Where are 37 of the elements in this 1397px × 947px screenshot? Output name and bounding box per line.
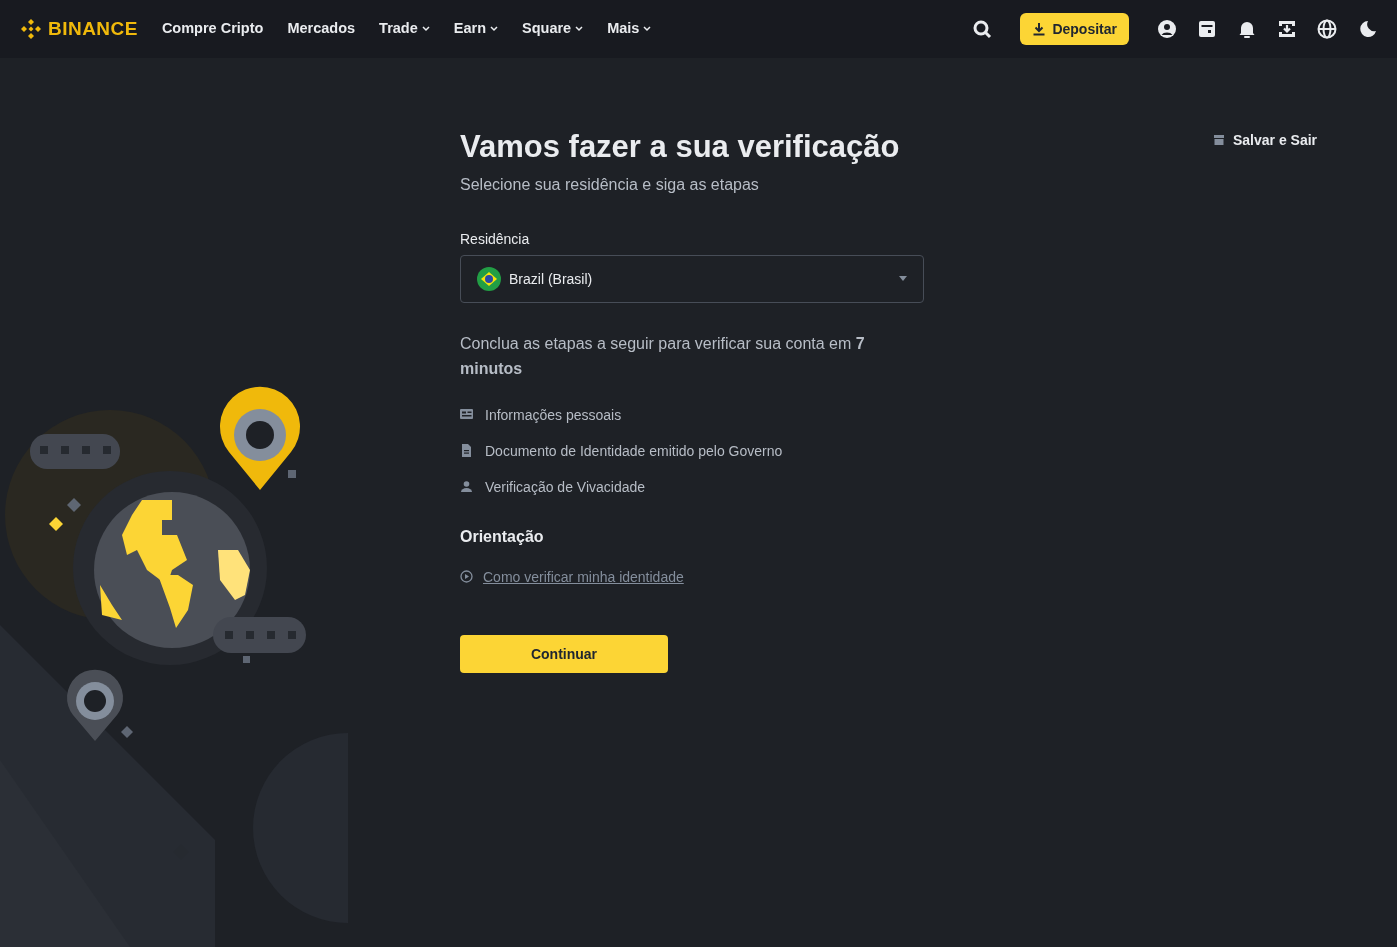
play-icon	[460, 570, 473, 584]
download-icon	[1032, 22, 1047, 36]
logo-text[interactable]: BINANCE	[48, 14, 138, 44]
nav-link[interactable]: Mais	[607, 18, 652, 40]
deposit-button[interactable]: Depositar	[1020, 13, 1129, 45]
nav-link[interactable]: Compre Cripto	[161, 18, 264, 40]
residence-dropdown[interactable]: Brazil (Brasil)	[460, 254, 924, 303]
nav-link[interactable]: Mercados	[287, 18, 356, 40]
step-label: Informações pessoais	[485, 405, 622, 425]
flag-icon	[477, 266, 501, 291]
intro-text: Conclua as etapas a seguir para verificar sua conta em 7 minutos	[460, 333, 866, 379]
bell-icon[interactable]	[1237, 19, 1257, 39]
nav-link[interactable]: Square	[522, 18, 584, 40]
id-card-icon	[460, 408, 473, 422]
residence-value: Brazil (Brasil)	[509, 269, 593, 289]
continue-button[interactable]: Continuar	[460, 634, 668, 673]
user-icon[interactable]	[1157, 19, 1177, 39]
save-exit-link[interactable]: Salvar e Sair	[1233, 130, 1318, 150]
step-label: Documento de Identidade emitido pelo Governo	[485, 441, 783, 461]
globe-icon[interactable]	[1317, 19, 1337, 39]
document-icon	[460, 444, 473, 458]
step-label: Verificação de Vivacidade	[485, 477, 646, 497]
page-subtitle: Selecione sua residência e siga as etapas	[460, 174, 760, 195]
search-icon[interactable]	[972, 19, 993, 39]
person-icon	[460, 480, 473, 494]
page-title: Vamos fazer a sua verificação	[460, 128, 901, 166]
moon-icon[interactable]	[1357, 19, 1377, 39]
nav-link[interactable]: Earn	[453, 18, 499, 40]
archive-icon	[1213, 134, 1225, 146]
field-label: Residência	[460, 229, 531, 249]
caret-icon	[899, 276, 907, 282]
logo-icon	[20, 18, 42, 40]
download-icon[interactable]	[1277, 19, 1297, 39]
guide-link[interactable]: Como verificar minha identidade	[483, 566, 684, 587]
nav-link[interactable]: Trade	[379, 18, 430, 40]
section-heading: Orientação	[460, 526, 545, 547]
wallet-icon[interactable]	[1197, 19, 1217, 39]
